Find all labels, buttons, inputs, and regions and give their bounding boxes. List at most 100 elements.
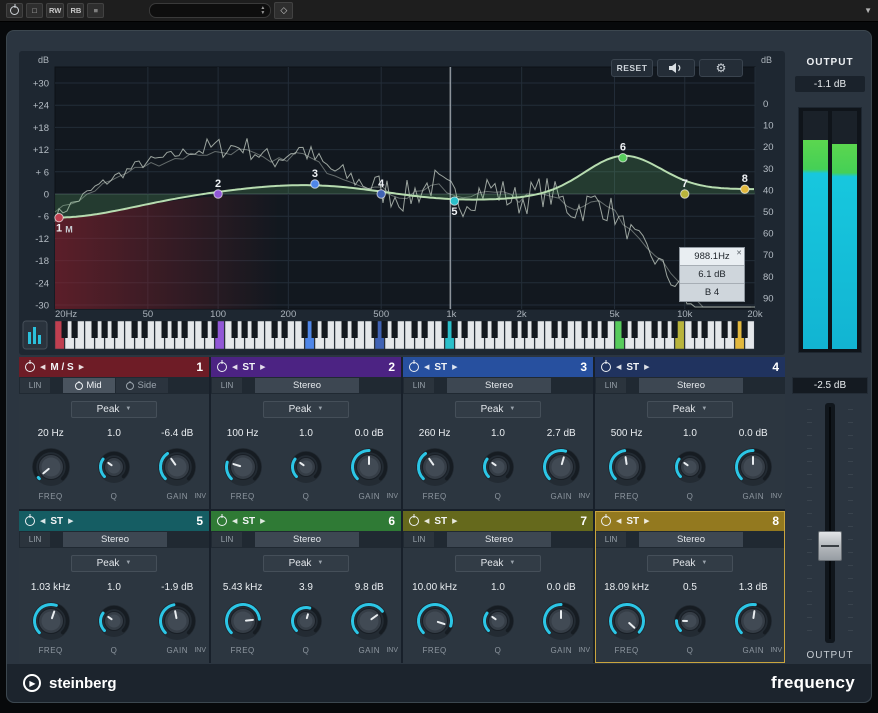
q-knob[interactable] (466, 450, 529, 484)
band-prev-icon[interactable]: ◀ (616, 363, 621, 371)
gain-knob[interactable] (338, 601, 401, 641)
channel-tab-stereo[interactable]: Stereo (255, 378, 359, 393)
invert-button[interactable]: INV (194, 647, 206, 654)
piano-key-black[interactable] (592, 321, 598, 338)
band-mode-label[interactable]: ST (50, 516, 63, 527)
gain-value[interactable]: 0.0 dB (530, 582, 593, 593)
band-power-button[interactable] (601, 516, 611, 526)
freq-knob[interactable] (211, 447, 274, 487)
piano-key-black[interactable] (412, 321, 418, 338)
piano-key-black[interactable] (552, 321, 558, 338)
gain-knob[interactable] (530, 601, 593, 641)
piano-key-black[interactable] (562, 321, 568, 338)
editor-button[interactable]: □ (26, 3, 43, 18)
gain-knob[interactable] (146, 601, 209, 641)
q-knob[interactable] (466, 604, 529, 638)
q-value[interactable]: 3.9 (274, 582, 337, 593)
output-gain-readout[interactable]: -2.5 dB (792, 377, 868, 394)
band-handle-2[interactable]: 2 (214, 178, 222, 198)
q-knob[interactable] (274, 604, 337, 638)
piano-key-black[interactable] (482, 321, 488, 338)
q-knob[interactable] (274, 450, 337, 484)
piano-key-black[interactable] (522, 321, 528, 338)
band-handle-3[interactable]: 3 (311, 168, 319, 188)
band-handle-7[interactable]: 7 (681, 178, 689, 198)
band-prev-icon[interactable]: ◀ (424, 517, 429, 525)
piano-key-black[interactable] (132, 321, 138, 338)
piano-key-black[interactable] (312, 321, 318, 338)
fader-track[interactable] (825, 403, 835, 643)
invert-button[interactable]: INV (578, 493, 590, 500)
freq-value[interactable]: 100 Hz (211, 428, 274, 439)
band-power-button[interactable] (25, 516, 35, 526)
eq-curve-display[interactable]: dB+30+24+18+12+ 60- 6-12-18-24-30dB01020… (19, 51, 785, 353)
band-mode-label[interactable]: M / S (50, 362, 73, 373)
gain-value[interactable]: 1.3 dB (722, 582, 785, 593)
piano-key-black[interactable] (462, 321, 468, 338)
piano-key-black[interactable] (422, 321, 428, 338)
piano-key-black[interactable] (342, 321, 348, 338)
filter-type-dropdown[interactable]: Peak▼ (263, 401, 349, 418)
freq-value[interactable]: 500 Hz (595, 428, 658, 439)
piano-key-black[interactable] (442, 321, 448, 338)
invert-button[interactable]: INV (770, 493, 782, 500)
band-mode-label[interactable]: ST (626, 362, 639, 373)
piano-key-black[interactable] (372, 321, 378, 338)
piano-key-black[interactable] (252, 321, 258, 338)
freq-knob[interactable] (403, 601, 466, 641)
band-power-button[interactable] (409, 362, 419, 372)
band-handle-6[interactable]: 6 (619, 142, 627, 162)
piano-key-black[interactable] (632, 321, 638, 338)
piano-key-black[interactable] (62, 321, 68, 338)
freq-knob[interactable] (19, 601, 82, 641)
piano-key-black[interactable] (382, 321, 388, 338)
piano-key-black[interactable] (162, 321, 168, 338)
piano-key-black[interactable] (532, 321, 538, 338)
linear-phase-toggle[interactable]: LIN (596, 532, 626, 547)
linear-phase-toggle[interactable]: LIN (20, 532, 50, 547)
read-automation-button[interactable]: RW (46, 3, 64, 18)
piano-key-black[interactable] (672, 321, 678, 338)
piano-key-black[interactable] (302, 321, 308, 338)
activate-button[interactable] (6, 3, 23, 18)
gain-knob[interactable] (722, 601, 785, 641)
filter-type-dropdown[interactable]: Peak▼ (455, 555, 541, 572)
band-power-button[interactable] (25, 362, 35, 372)
band-next-icon[interactable]: ▶ (79, 363, 84, 371)
piano-key-black[interactable] (102, 321, 108, 338)
band-mode-label[interactable]: ST (434, 362, 447, 373)
q-knob[interactable] (658, 604, 721, 638)
piano-key-black[interactable] (212, 321, 218, 338)
gain-value[interactable]: 9.8 dB (338, 582, 401, 593)
band-handle-8[interactable]: 8 (741, 173, 749, 193)
freq-knob[interactable] (211, 601, 274, 641)
q-value[interactable]: 1.0 (466, 428, 529, 439)
piano-key-black[interactable] (172, 321, 178, 338)
piano-key-black[interactable] (702, 321, 708, 338)
gain-knob[interactable] (146, 447, 209, 487)
band-next-icon[interactable]: ▶ (452, 517, 457, 525)
channel-tab-stereo[interactable]: Stereo (447, 378, 551, 393)
filter-type-dropdown[interactable]: Peak▼ (647, 555, 733, 572)
filter-type-dropdown[interactable]: Peak▼ (263, 555, 349, 572)
collapse-chevron-icon[interactable]: ▼ (864, 6, 872, 15)
piano-key-black[interactable] (652, 321, 658, 338)
invert-button[interactable]: INV (578, 647, 590, 654)
keyboard-toggle-button[interactable] (23, 321, 47, 349)
piano-key-black[interactable] (512, 321, 518, 338)
band-next-icon[interactable]: ▶ (644, 517, 649, 525)
band-handle-5[interactable]: 5 (450, 197, 458, 218)
band-handle-4[interactable]: 4 (377, 178, 385, 198)
q-value[interactable]: 1.0 (466, 582, 529, 593)
preset-compare-button[interactable]: ◇ (274, 2, 293, 19)
settings-button[interactable]: ⚙ (699, 59, 743, 77)
band-power-button[interactable] (601, 362, 611, 372)
freq-knob[interactable] (595, 601, 658, 641)
piano-key-black[interactable] (232, 321, 238, 338)
piano-key-black[interactable] (392, 321, 398, 338)
invert-button[interactable]: INV (386, 647, 398, 654)
filter-type-dropdown[interactable]: Peak▼ (455, 401, 541, 418)
piano-key-black[interactable] (352, 321, 358, 338)
q-knob[interactable] (658, 450, 721, 484)
piano-key-black[interactable] (112, 321, 118, 338)
